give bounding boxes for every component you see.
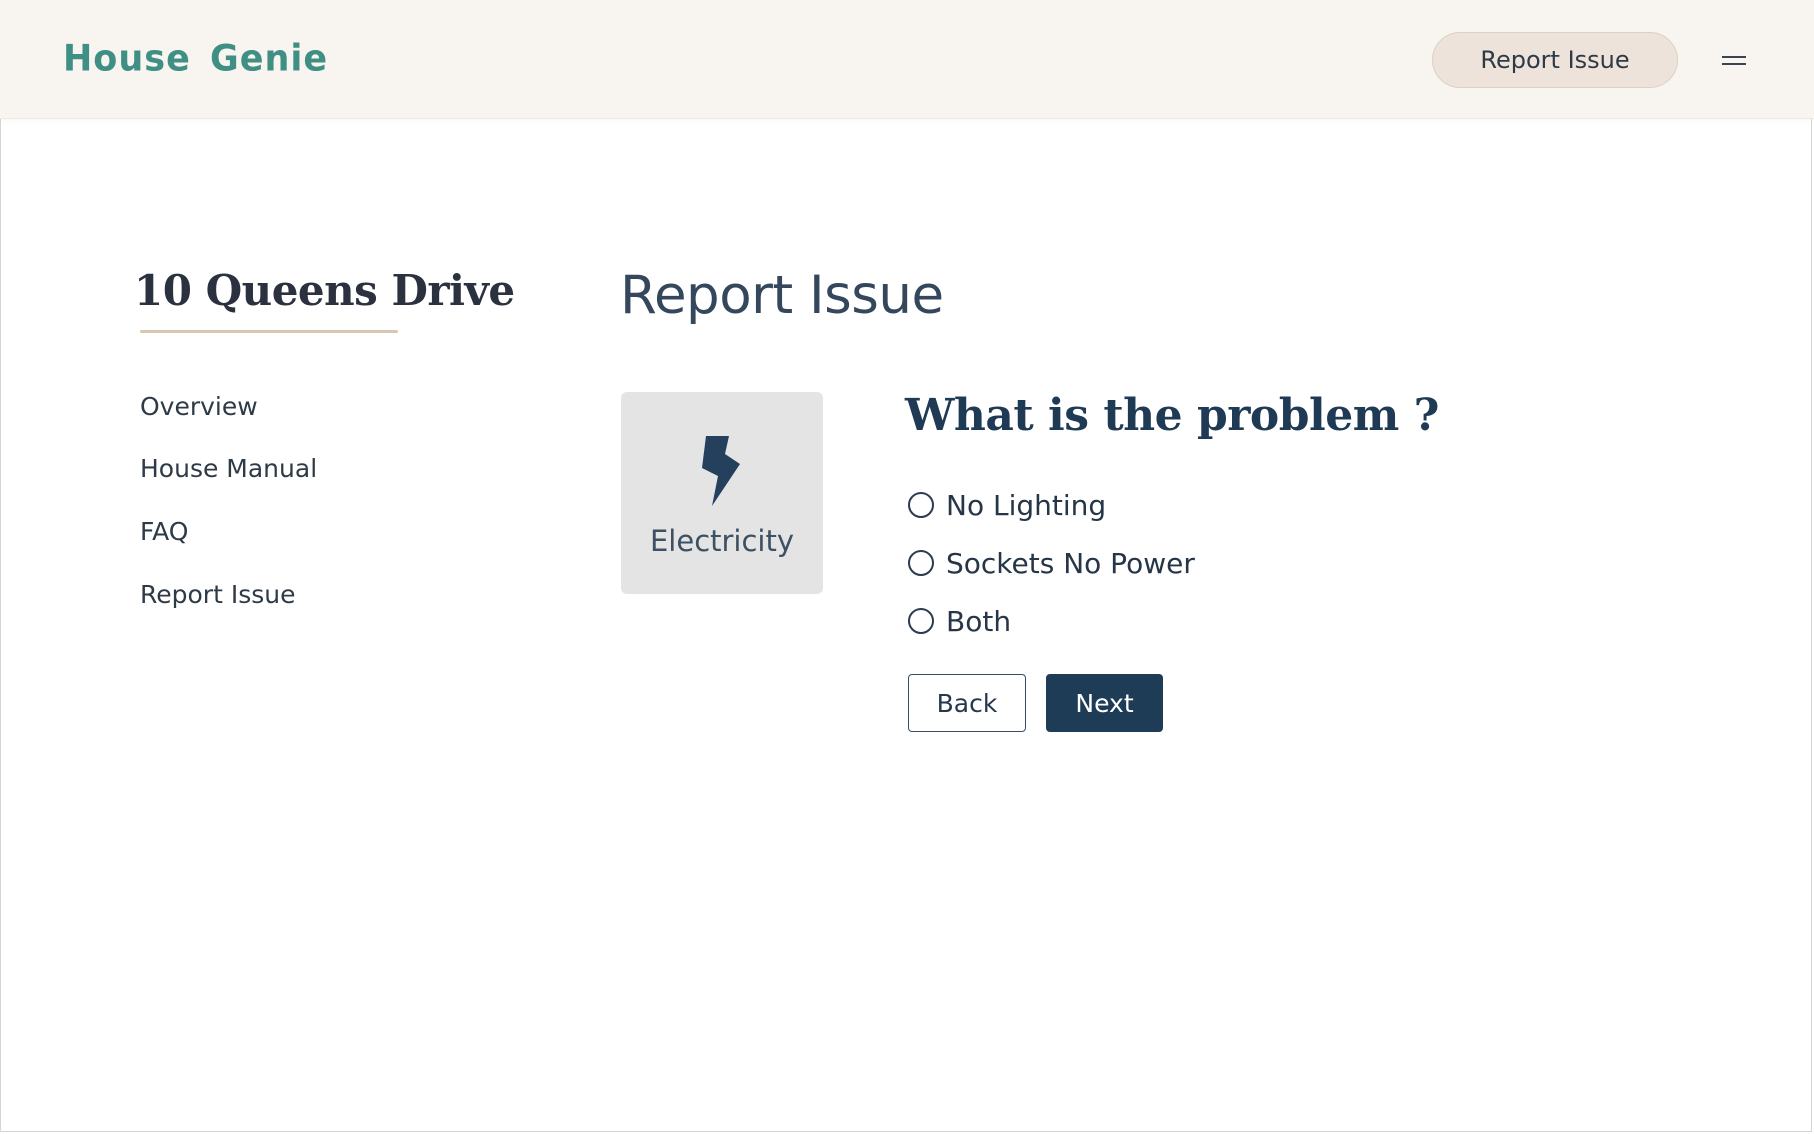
property-address-heading: 10 Queens Drive <box>134 266 515 315</box>
category-card-electricity: Electricity <box>621 392 823 594</box>
option-sockets-no-power[interactable]: Sockets No Power <box>908 546 1195 580</box>
category-label: Electricity <box>649 524 795 558</box>
sidebar-item-house-manual[interactable]: House Manual <box>140 454 317 483</box>
page-frame <box>0 0 1812 1132</box>
back-button[interactable]: Back <box>908 674 1026 732</box>
radio-button[interactable] <box>908 608 934 634</box>
address-underline <box>140 330 398 333</box>
radio-button[interactable] <box>908 492 934 518</box>
option-label: Both <box>946 604 1012 638</box>
hamburger-menu-icon[interactable] <box>1720 50 1748 76</box>
house-genie-logo[interactable]: House Genie <box>63 38 328 80</box>
sidebar-item-overview[interactable]: Overview <box>140 392 258 421</box>
radio-button[interactable] <box>908 550 934 576</box>
lightning-bolt-icon <box>702 436 740 506</box>
problem-question: What is the problem ? <box>905 390 1439 441</box>
option-both[interactable]: Both <box>908 604 1011 638</box>
page-title: Report Issue <box>620 265 944 326</box>
header-report-issue-button[interactable]: Report Issue <box>1432 32 1678 88</box>
option-label: Sockets No Power <box>946 546 1195 580</box>
menu-line <box>1722 56 1746 58</box>
top-navigation-bar: House Genie Report Issue <box>0 0 1814 119</box>
menu-line <box>1722 63 1746 65</box>
sidebar-item-faq[interactable]: FAQ <box>140 517 188 546</box>
next-button[interactable]: Next <box>1046 674 1163 732</box>
sidebar-item-report-issue[interactable]: Report Issue <box>140 580 295 609</box>
option-label: No Lighting <box>946 488 1107 522</box>
option-no-lighting[interactable]: No Lighting <box>908 488 1106 522</box>
